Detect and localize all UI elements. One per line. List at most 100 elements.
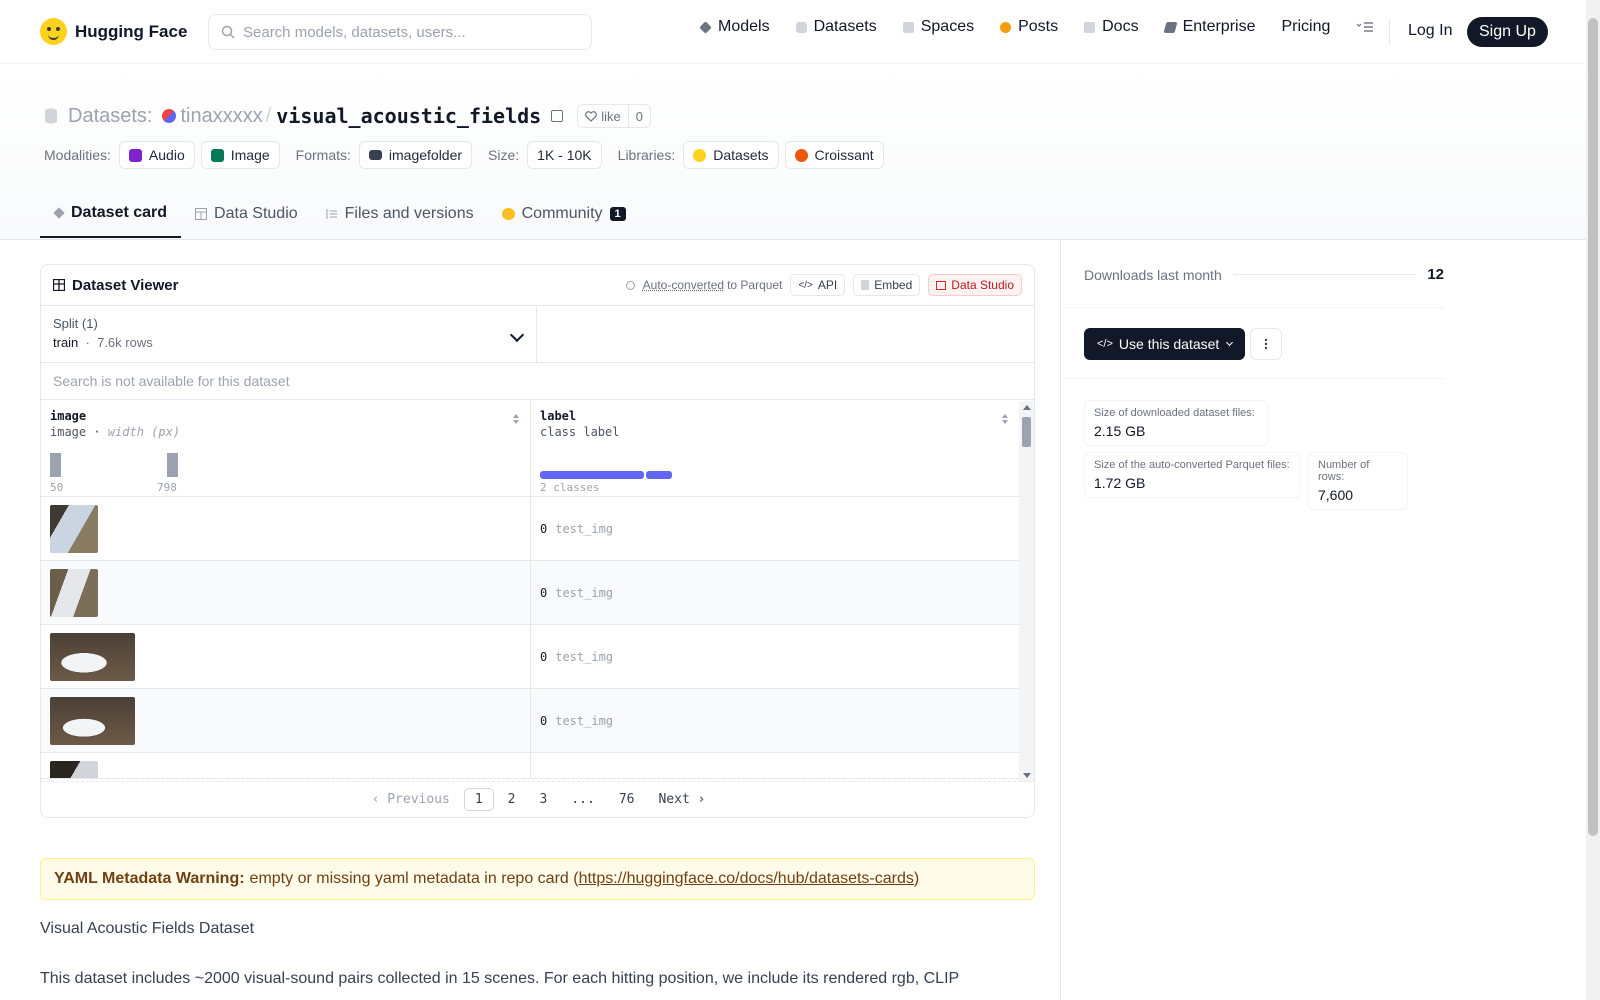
table-row[interactable]: 0 test_img <box>41 561 1019 625</box>
section-label[interactable]: Datasets: <box>68 105 152 128</box>
nav-spaces[interactable]: Spaces <box>902 18 975 36</box>
tab-dataset-card[interactable]: Dataset card <box>40 196 182 238</box>
auto-converted-link[interactable]: Auto-converted <box>643 278 724 292</box>
split-select[interactable]: Split (1) train · 7.6k rows <box>41 306 537 362</box>
login-link[interactable]: Log In <box>1408 22 1452 40</box>
label-class: test_img <box>555 585 614 600</box>
image-thumbnail[interactable] <box>50 504 98 553</box>
scroll-thumb[interactable] <box>1022 417 1031 447</box>
column-label[interactable]: label class label 2 classes <box>530 401 1019 496</box>
table-header: image image · width (px) 50 798 label cl… <box>41 401 1019 497</box>
tag-size[interactable]: 1K - 10K <box>527 141 602 169</box>
community-icon <box>501 208 515 220</box>
nav-models[interactable]: Models <box>699 18 770 36</box>
page-2[interactable]: 2 <box>498 789 526 810</box>
owner-name[interactable]: tinaxxxxx <box>180 105 262 128</box>
code-icon: </> <box>1097 338 1113 350</box>
table-icon <box>195 208 208 220</box>
community-badge: 1 <box>609 207 626 221</box>
copy-icon[interactable] <box>551 110 564 122</box>
signup-button[interactable]: Sign Up <box>1467 17 1548 47</box>
page-1[interactable]: 1 <box>463 788 494 811</box>
tag-audio[interactable]: Audio <box>118 141 195 169</box>
embed-button[interactable]: Embed <box>853 274 921 296</box>
table-body: 0 test_img 0 test_img 0 test_img 0 test_img <box>41 497 1019 779</box>
column-image-type: image · width (px) <box>50 425 181 439</box>
warning-link[interactable]: https://huggingface.co/docs/hub/datasets… <box>579 870 914 888</box>
repo-name[interactable]: visual_acoustic_fields <box>276 104 541 128</box>
page-scroll-thumb[interactable] <box>1588 18 1598 836</box>
nav-spaces-label: Spaces <box>920 18 975 35</box>
image-thumbnail[interactable] <box>50 568 98 617</box>
tag-image[interactable]: Image <box>200 141 280 169</box>
data-studio-button[interactable]: Data Studio <box>928 274 1022 296</box>
nav-datasets[interactable]: Datasets <box>795 18 877 36</box>
tab-files[interactable]: Files and versions <box>312 196 488 238</box>
next-page-button[interactable]: Next › <box>648 789 715 810</box>
tag-croissant[interactable]: Croissant <box>784 141 884 169</box>
use-dataset-button[interactable]: </> Use this dataset <box>1084 328 1246 360</box>
image-icon <box>210 148 224 162</box>
like-button[interactable]: like 0 <box>577 104 651 128</box>
search-input[interactable] <box>243 23 563 41</box>
dataset-icon <box>45 108 57 124</box>
more-options-button[interactable] <box>1250 328 1282 360</box>
image-cell[interactable] <box>41 497 530 560</box>
image-thumbnail[interactable] <box>50 696 135 745</box>
tab-files-label: Files and versions <box>344 205 474 222</box>
scroll-up-icon[interactable] <box>1023 405 1031 410</box>
tab-community[interactable]: Community 1 <box>488 196 640 238</box>
embed-icon <box>861 280 870 290</box>
api-button[interactable]: </> API <box>790 274 846 296</box>
warning-text: empty or missing yaml metadata in repo c… <box>249 870 579 887</box>
datasets-icon <box>795 21 807 33</box>
nav-pricing-label: Pricing <box>1281 18 1331 35</box>
data-studio-label: Data Studio <box>951 278 1014 292</box>
search-box[interactable] <box>208 14 592 50</box>
prev-page-button[interactable]: ‹ Previous <box>362 789 460 810</box>
yaml-warning: YAML Metadata Warning: empty or missing … <box>40 858 1035 900</box>
sidebar-separator <box>1060 307 1444 308</box>
tag-datasets-lib[interactable]: Datasets <box>683 141 779 169</box>
split-dot: · <box>78 335 98 350</box>
tab-community-label: Community <box>521 205 603 222</box>
image-cell[interactable] <box>41 689 530 752</box>
page-scrollbar[interactable] <box>1586 0 1600 1000</box>
nav-docs[interactable]: Docs <box>1084 18 1139 36</box>
tag-imagefolder[interactable]: imagefolder <box>358 141 473 169</box>
image-thumbnail[interactable] <box>50 632 135 681</box>
table-row-partial[interactable] <box>41 753 1019 779</box>
table-row[interactable]: 0 test_img <box>41 689 1019 753</box>
sidebar-separator <box>1060 378 1444 379</box>
column-image[interactable]: image image · width (px) 50 798 <box>41 401 530 496</box>
page-76[interactable]: 76 <box>609 789 645 810</box>
label-cell: 0 test_img <box>530 497 1019 560</box>
nav-posts-label: Posts <box>1018 18 1059 35</box>
sort-icon[interactable] <box>1001 413 1009 425</box>
table-row[interactable]: 0 test_img <box>41 625 1019 689</box>
tab-data-studio[interactable]: Data Studio <box>181 196 312 238</box>
audio-icon <box>128 148 142 162</box>
histogram-max: 798 <box>157 481 177 494</box>
nav-posts[interactable]: Posts <box>1000 18 1058 36</box>
table-row[interactable]: 0 test_img <box>41 497 1019 561</box>
image-thumbnail[interactable] <box>50 761 98 778</box>
label-value: 0 <box>540 649 548 664</box>
nav-pricing[interactable]: Pricing <box>1281 18 1330 36</box>
split-name: train <box>53 335 79 350</box>
table-scrollbar[interactable] <box>1019 401 1034 782</box>
sort-icon[interactable] <box>512 413 520 425</box>
stat-num-rows: Number of rows: 7,600 <box>1308 452 1408 510</box>
image-cell[interactable] <box>41 753 530 778</box>
page-3[interactable]: 3 <box>530 789 558 810</box>
brand-logo[interactable]: Hugging Face <box>40 18 187 45</box>
scroll-down-icon[interactable] <box>1023 773 1031 778</box>
more-menu[interactable] <box>1356 21 1374 33</box>
pagination: ‹ Previous 1 2 3 ... 76 Next › <box>41 781 1034 817</box>
folder-icon <box>368 150 382 160</box>
nav-enterprise[interactable]: Enterprise <box>1163 18 1255 36</box>
chevron-down-icon <box>1226 338 1234 347</box>
image-cell[interactable] <box>41 625 530 688</box>
downloads-count: 12 <box>1427 266 1444 283</box>
image-cell[interactable] <box>41 561 530 624</box>
